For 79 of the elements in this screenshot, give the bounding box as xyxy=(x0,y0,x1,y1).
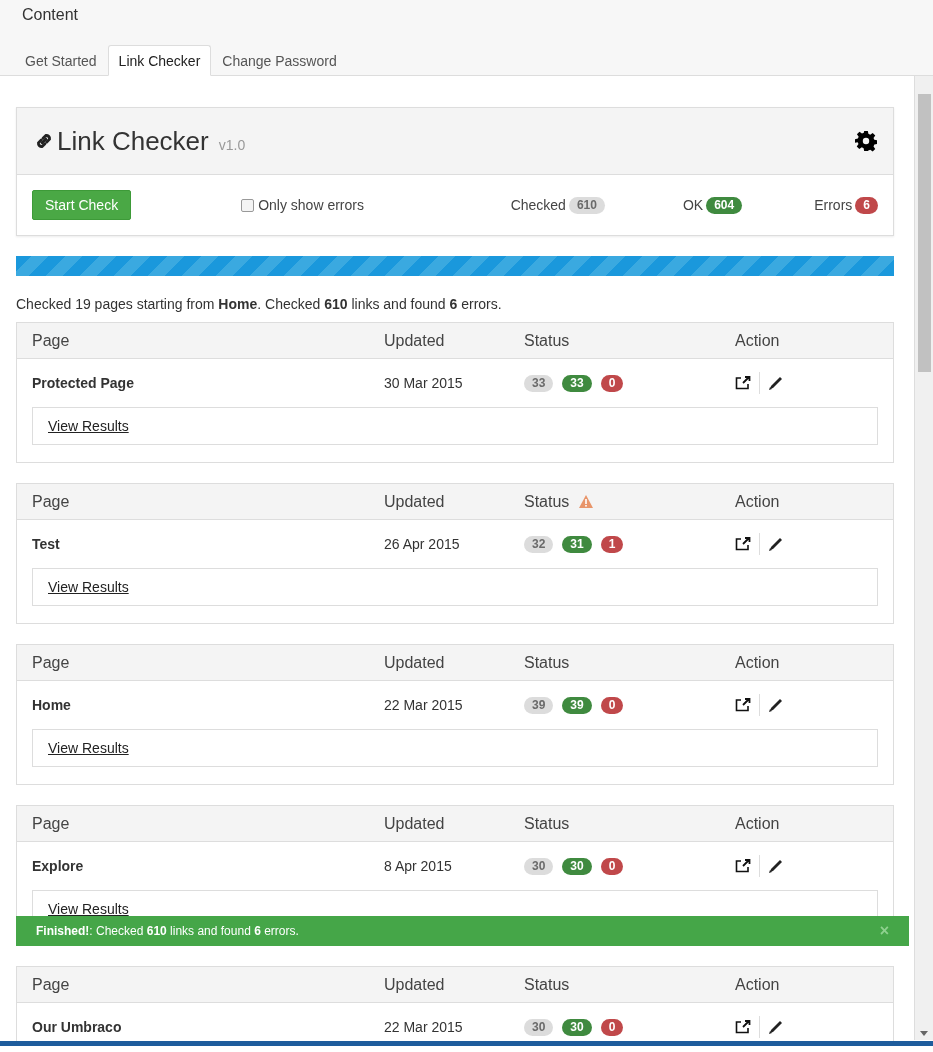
column-header: Updated xyxy=(384,331,446,350)
page-name: Home xyxy=(32,697,72,713)
column-header: Action xyxy=(735,653,781,672)
column-header: Status xyxy=(524,653,570,672)
updated-date: 22 Mar 2015 xyxy=(384,1019,464,1035)
count-badge: 39 xyxy=(562,696,592,714)
pencil-icon[interactable] xyxy=(768,375,783,391)
column-header: Page xyxy=(32,975,71,994)
column-header: Action xyxy=(735,814,781,833)
count-badge: 32 xyxy=(524,535,554,553)
column-header: Status xyxy=(524,975,570,994)
scroll-thumb[interactable] xyxy=(917,94,931,372)
page-name: Test xyxy=(32,536,61,552)
page-name: Protected Page xyxy=(32,375,135,391)
column-header: Action xyxy=(735,975,781,994)
stat-label: Checked xyxy=(510,197,566,213)
column-header: Status xyxy=(524,331,570,350)
count-badge: 33 xyxy=(562,374,592,392)
count-badge: 30 xyxy=(562,857,592,875)
count-badge: 1 xyxy=(600,535,624,553)
updated-date: 26 Apr 2015 xyxy=(384,536,461,552)
checkbox[interactable] xyxy=(241,198,255,212)
count-badge: 33 xyxy=(524,374,554,392)
count-badge: 30 xyxy=(524,857,554,875)
page-name: Explore xyxy=(32,858,85,874)
scrollbar[interactable] xyxy=(914,76,933,1040)
column-header: Action xyxy=(735,492,781,511)
scroll-down-icon[interactable] xyxy=(920,1031,928,1036)
column-header: Page xyxy=(32,653,71,672)
count-badge: 0 xyxy=(600,1018,624,1036)
view-results-link[interactable]: View Results xyxy=(48,418,129,434)
summary-text: Checked 19 pages starting from Home. Checked 610 links and found 6 errors. xyxy=(16,296,503,312)
count-badge: 0 xyxy=(600,696,624,714)
pencil-icon[interactable] xyxy=(768,858,783,874)
page-name: Our Umbraco xyxy=(32,1019,123,1035)
updated-date: 8 Apr 2015 xyxy=(384,858,453,874)
view-results-link[interactable]: View Results xyxy=(48,901,129,917)
count-badge: 30 xyxy=(524,1018,554,1036)
column-header: Updated xyxy=(384,975,446,994)
column-header: Status xyxy=(524,492,570,511)
settings-icon[interactable] xyxy=(855,130,877,152)
pencil-icon[interactable] xyxy=(768,536,783,552)
count-badge: 30 xyxy=(562,1018,592,1036)
external-link-icon[interactable] xyxy=(735,859,751,873)
column-header: Updated xyxy=(384,653,446,672)
column-header: Page xyxy=(32,331,71,350)
section-title: Content xyxy=(21,5,80,25)
count-badge: 0 xyxy=(600,374,624,392)
pencil-icon[interactable] xyxy=(768,1019,783,1035)
tab[interactable]: Get Started xyxy=(14,45,108,76)
count-badge: 31 xyxy=(562,535,592,553)
stat-label: Errors xyxy=(814,197,853,213)
version-label: v1.0 xyxy=(218,137,246,153)
external-link-icon[interactable] xyxy=(735,376,751,390)
updated-date: 30 Mar 2015 xyxy=(384,375,464,391)
pencil-icon[interactable] xyxy=(768,697,783,713)
updated-date: 22 Mar 2015 xyxy=(384,697,464,713)
external-link-icon[interactable] xyxy=(735,698,751,712)
view-results-link[interactable]: View Results xyxy=(48,740,129,756)
count-badge: 604 xyxy=(706,196,743,214)
tab[interactable]: Link Checker xyxy=(107,45,212,76)
count-badge: 0 xyxy=(600,857,624,875)
column-header: Page xyxy=(32,492,71,511)
external-link-icon[interactable] xyxy=(735,537,751,551)
view-results-link[interactable]: View Results xyxy=(48,579,129,595)
stat-label: OK xyxy=(682,197,704,213)
notice-text: Finished!: Checked 610 links and found 6 errors. xyxy=(36,924,299,938)
filter-label: Only show errors xyxy=(258,197,364,213)
count-badge: 6 xyxy=(855,196,878,214)
column-header: Action xyxy=(735,331,781,350)
count-badge: 610 xyxy=(568,196,605,214)
count-badge: 39 xyxy=(524,696,554,714)
external-link-icon[interactable] xyxy=(735,1020,751,1034)
column-header: Updated xyxy=(384,492,446,511)
column-header: Page xyxy=(32,814,71,833)
column-header: Status xyxy=(524,814,570,833)
panel-title: Link Checker xyxy=(57,125,209,157)
tab[interactable]: Change Password xyxy=(211,45,348,76)
column-header: Updated xyxy=(384,814,446,833)
